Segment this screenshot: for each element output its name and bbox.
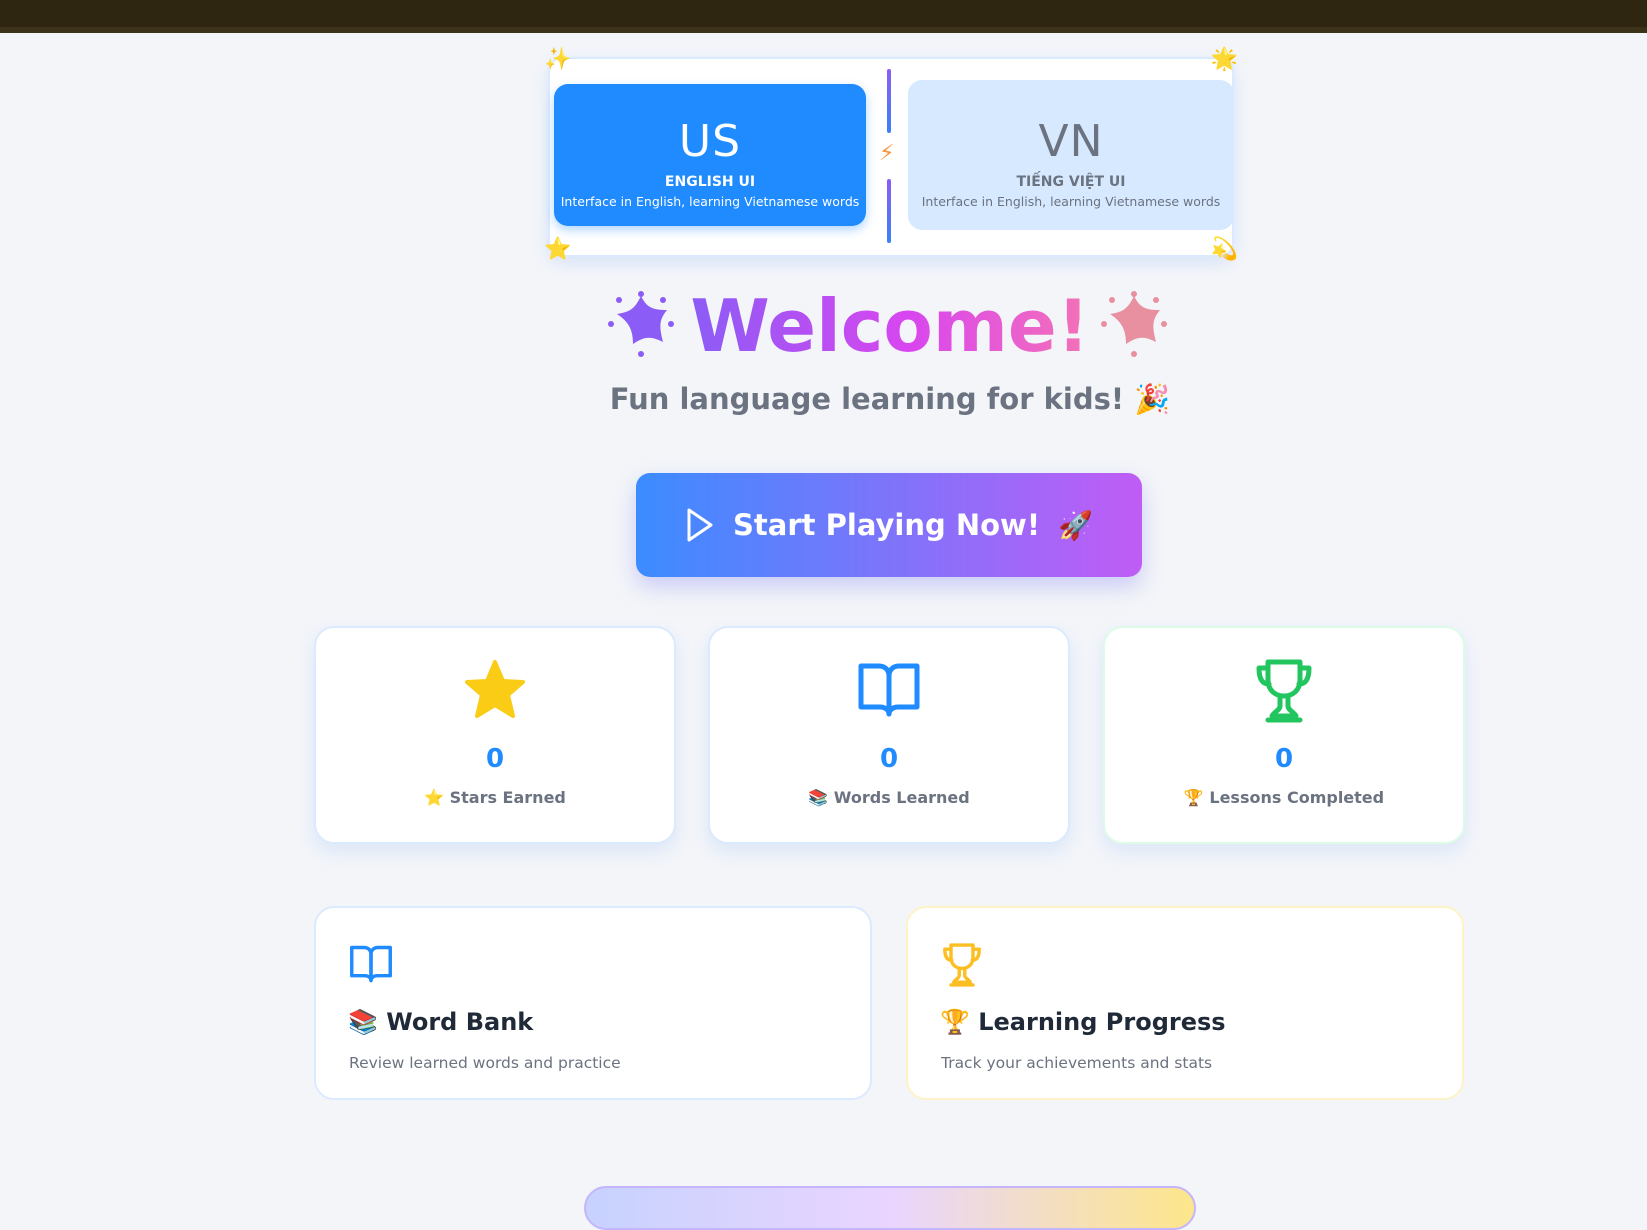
lightning-icon: ⚡ xyxy=(879,141,895,166)
english-desc: Interface in English, learning Vietnames… xyxy=(560,194,860,209)
english-ui-button[interactable]: US ENGLISH UI Interface in English, lear… xyxy=(554,84,866,226)
start-playing-label: Start Playing Now! xyxy=(733,508,1041,542)
stars-count: 0 xyxy=(485,744,505,774)
stat-card-lessons: 0 🏆 Lessons Completed xyxy=(1103,626,1465,844)
vietnamese-desc: Interface in English, learning Vietnames… xyxy=(921,194,1221,209)
book-icon xyxy=(710,658,1068,722)
welcome-title: Welcome! xyxy=(690,284,1090,368)
stat-card-words: 0 📚 Words Learned xyxy=(708,626,1070,844)
divider-top xyxy=(887,69,891,133)
english-name: ENGLISH UI xyxy=(664,174,756,190)
trophy-icon xyxy=(1105,658,1463,723)
language-switch-card: ✨ 🌟 ⭐ 💫 US ENGLISH UI Interface in Engli… xyxy=(544,49,1238,261)
glowing-star-icon: 🌟 xyxy=(1210,47,1238,72)
play-icon xyxy=(687,508,713,542)
bottom-gradient-panel xyxy=(584,1186,1196,1230)
stat-card-stars: 0 ⭐ Stars Earned xyxy=(314,626,676,844)
welcome-subtitle: Fun language learning for kids! 🎉 xyxy=(609,382,1171,416)
sparkle-icon: ✨ xyxy=(544,47,572,72)
words-count: 0 xyxy=(879,744,899,774)
word-bank-card[interactable]: 📚 Word Bank Review learned words and pra… xyxy=(314,906,872,1100)
welcome-row: Welcome! xyxy=(0,284,1647,368)
lessons-count: 0 xyxy=(1274,744,1294,774)
start-playing-button[interactable]: Start Playing Now! 🚀 xyxy=(636,473,1142,577)
vietnamese-ui-button[interactable]: VN TIẾNG VIỆT UI Interface in English, l… xyxy=(908,80,1234,230)
vietnamese-code: VN xyxy=(1038,116,1104,167)
stars-label: ⭐ Stars Earned xyxy=(424,788,566,807)
divider-bottom xyxy=(887,179,891,243)
lessons-label: 🏆 Lessons Completed xyxy=(1183,788,1385,807)
star-icon xyxy=(316,658,674,722)
learning-progress-desc: Track your achievements and stats xyxy=(941,1054,1213,1072)
word-bank-title: 📚 Word Bank xyxy=(348,1008,534,1036)
learning-progress-card[interactable]: 🏆 Learning Progress Track your achieveme… xyxy=(906,906,1464,1100)
trophy-icon xyxy=(940,942,984,992)
star-icon: ⭐ xyxy=(544,237,572,262)
english-code: US xyxy=(678,116,742,167)
vietnamese-name: TIẾNG VIỆT UI xyxy=(1016,174,1126,190)
dizzy-icon: 💫 xyxy=(1210,237,1238,262)
rocket-icon: 🚀 xyxy=(1058,508,1093,542)
book-icon xyxy=(348,942,394,990)
words-label: 📚 Words Learned xyxy=(808,788,970,807)
learning-progress-title: 🏆 Learning Progress xyxy=(940,1008,1226,1036)
word-bank-desc: Review learned words and practice xyxy=(349,1054,621,1072)
browser-top-bar xyxy=(0,0,1647,33)
